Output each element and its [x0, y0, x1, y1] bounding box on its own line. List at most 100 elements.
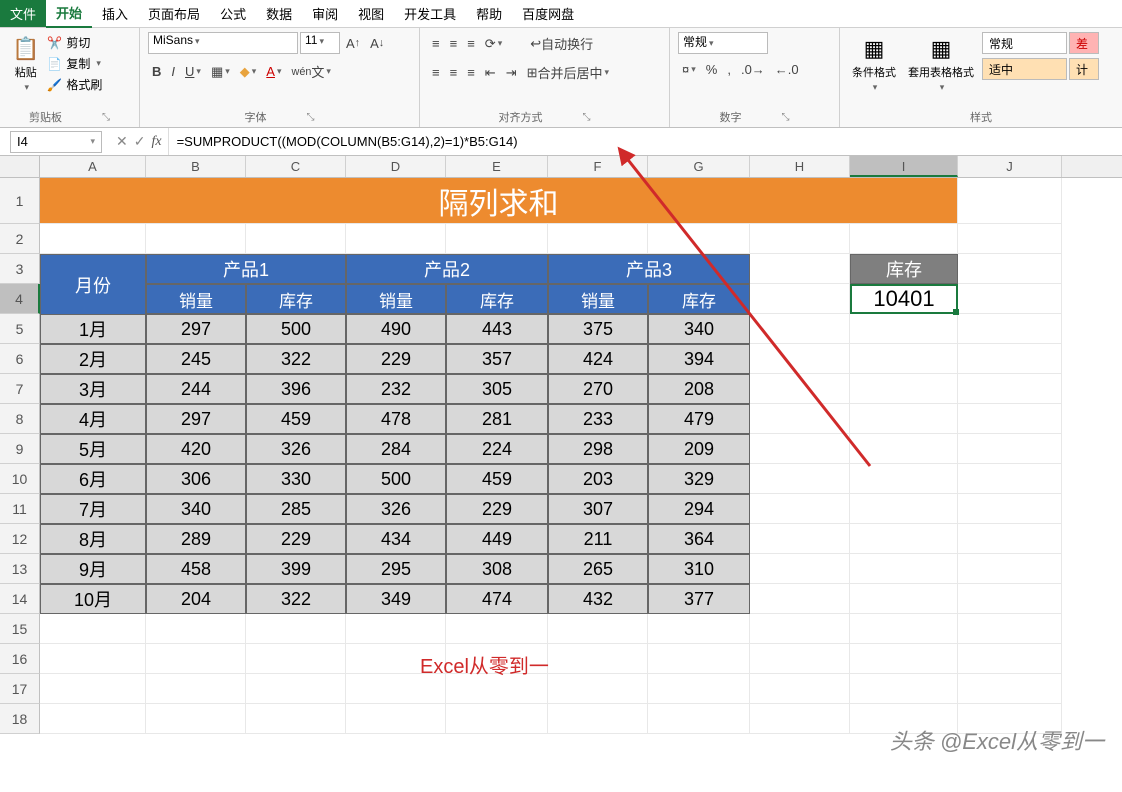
row-header-8[interactable]: 8	[0, 404, 40, 434]
cell[interactable]: 305	[446, 374, 548, 404]
menu-review[interactable]: 审阅	[302, 0, 348, 27]
cell[interactable]: 478	[346, 404, 446, 434]
cell[interactable]	[958, 524, 1062, 554]
cell[interactable]	[40, 224, 146, 254]
cell[interactable]: 204	[146, 584, 246, 614]
bold-button[interactable]: B	[148, 62, 165, 81]
menu-layout[interactable]: 页面布局	[138, 0, 210, 27]
cell[interactable]	[750, 374, 850, 404]
cell[interactable]	[40, 674, 146, 704]
cell[interactable]: 10月	[40, 584, 146, 614]
align-bottom-button[interactable]: ≡	[463, 34, 479, 53]
cell[interactable]: 396	[246, 374, 346, 404]
cell[interactable]: 224	[446, 434, 548, 464]
underline-button[interactable]: U	[181, 62, 205, 81]
cell[interactable]	[648, 614, 750, 644]
cell[interactable]: 229	[346, 344, 446, 374]
cancel-formula-button[interactable]: ✕	[116, 133, 128, 150]
number-launcher[interactable]: ⤡	[782, 112, 790, 123]
cell[interactable]: 399	[246, 554, 346, 584]
cell[interactable]: 232	[346, 374, 446, 404]
cell[interactable]: 销量	[548, 284, 648, 314]
cell[interactable]: 4月	[40, 404, 146, 434]
cell[interactable]: 308	[446, 554, 548, 584]
select-all-corner[interactable]	[0, 156, 40, 177]
menu-baidu[interactable]: 百度网盘	[512, 0, 584, 27]
menu-insert[interactable]: 插入	[92, 0, 138, 27]
cell[interactable]	[958, 224, 1062, 254]
align-launcher[interactable]: ⤡	[583, 112, 591, 123]
cell[interactable]: 297	[146, 404, 246, 434]
border-button[interactable]: ▦	[207, 62, 234, 82]
cell[interactable]: 203	[548, 464, 648, 494]
orientation-button[interactable]: ⟳	[481, 34, 506, 54]
cell[interactable]: 349	[346, 584, 446, 614]
cell[interactable]: 281	[446, 404, 548, 434]
cell[interactable]	[548, 644, 648, 674]
cell[interactable]	[750, 584, 850, 614]
cell[interactable]: 329	[648, 464, 750, 494]
cell[interactable]	[648, 644, 750, 674]
row-header-3[interactable]: 3	[0, 254, 40, 284]
menu-home[interactable]: 开始	[46, 0, 92, 28]
cell[interactable]: 销量	[346, 284, 446, 314]
cell[interactable]: 340	[146, 494, 246, 524]
row-header-7[interactable]: 7	[0, 374, 40, 404]
cell[interactable]: 295	[346, 554, 446, 584]
name-box[interactable]: I4▾	[10, 131, 102, 153]
cell[interactable]: 销量	[146, 284, 246, 314]
row-header-16[interactable]: 16	[0, 644, 40, 674]
cell[interactable]	[750, 674, 850, 704]
cell[interactable]	[750, 224, 850, 254]
cell[interactable]: 434	[346, 524, 446, 554]
row-header-10[interactable]: 10	[0, 464, 40, 494]
cell[interactable]	[750, 314, 850, 344]
cell[interactable]: 420	[146, 434, 246, 464]
cell[interactable]	[958, 284, 1062, 314]
cell[interactable]	[958, 254, 1062, 284]
col-header-D[interactable]: D	[346, 156, 446, 177]
paste-button[interactable]: 📋 粘贴	[8, 32, 43, 97]
cell[interactable]: 297	[146, 314, 246, 344]
indent-dec-button[interactable]: ⇤	[481, 63, 500, 83]
fill-color-button[interactable]: ◆	[236, 62, 261, 82]
style-calc[interactable]: 计	[1069, 58, 1099, 80]
cell[interactable]: 326	[346, 494, 446, 524]
cell[interactable]: 209	[648, 434, 750, 464]
col-header-F[interactable]: F	[548, 156, 648, 177]
cell[interactable]	[146, 224, 246, 254]
cell[interactable]: 490	[346, 314, 446, 344]
cell[interactable]	[850, 674, 958, 704]
dec-decimal-button[interactable]: ←.0	[771, 60, 803, 79]
cell[interactable]	[958, 554, 1062, 584]
cell[interactable]	[146, 674, 246, 704]
cell[interactable]	[958, 644, 1062, 674]
cell[interactable]	[850, 494, 958, 524]
cell[interactable]: 9月	[40, 554, 146, 584]
cell[interactable]	[750, 284, 850, 314]
cell[interactable]	[850, 224, 958, 254]
currency-button[interactable]: ¤	[678, 60, 700, 79]
menu-help[interactable]: 帮助	[466, 0, 512, 27]
font-color-button[interactable]: A	[262, 62, 285, 81]
row-header-18[interactable]: 18	[0, 704, 40, 734]
cell[interactable]	[750, 524, 850, 554]
col-header-G[interactable]: G	[648, 156, 750, 177]
format-painter-button[interactable]: 🖌️格式刷	[47, 74, 102, 95]
cell[interactable]: 270	[548, 374, 648, 404]
cell[interactable]	[246, 704, 346, 734]
cell[interactable]	[850, 554, 958, 584]
cell[interactable]: 月份	[40, 254, 146, 314]
cell[interactable]	[958, 374, 1062, 404]
align-right-button[interactable]: ≡	[463, 63, 479, 82]
cell[interactable]: 265	[548, 554, 648, 584]
cell[interactable]	[958, 344, 1062, 374]
cell[interactable]	[850, 584, 958, 614]
result-header[interactable]: 库存	[850, 254, 958, 284]
cell[interactable]	[446, 614, 548, 644]
cell[interactable]	[958, 584, 1062, 614]
cell[interactable]: 294	[648, 494, 750, 524]
cell[interactable]	[958, 464, 1062, 494]
cell[interactable]: 7月	[40, 494, 146, 524]
cell[interactable]: 306	[146, 464, 246, 494]
